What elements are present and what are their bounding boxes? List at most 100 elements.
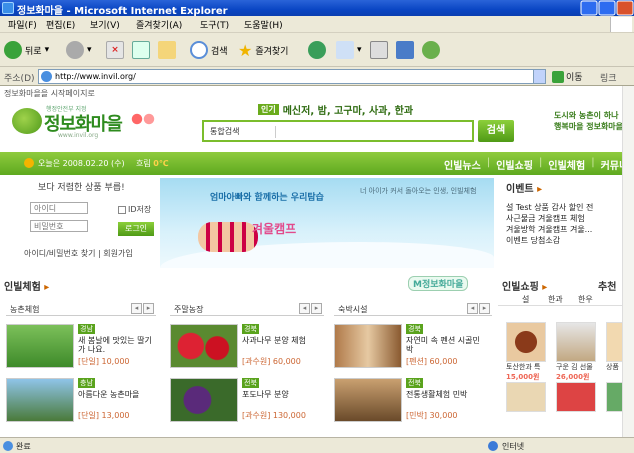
nav-experience[interactable]: 인빌체험 <box>548 157 585 172</box>
sun-icon <box>24 158 34 168</box>
back-label: 뒤로 <box>25 46 42 57</box>
forward-button[interactable]: ▾ <box>66 39 92 61</box>
messenger-icon <box>422 41 440 59</box>
chevron-down-icon: ▾ <box>44 45 50 55</box>
menu-file[interactable]: 파일(F) <box>8 18 37 31</box>
start-page-link[interactable]: 정보화마을을 시작페이지로 <box>4 88 95 99</box>
save-id-checkbox[interactable]: ID저장 <box>118 204 151 215</box>
nav-shopping[interactable]: 인빌쇼핑 <box>496 157 533 172</box>
window-control-icons <box>580 0 634 16</box>
nav-news[interactable]: 인빌뉴스 <box>444 157 481 172</box>
product-price: 26,000원 <box>556 373 590 381</box>
product-image[interactable] <box>556 382 596 412</box>
tab-farm-experience[interactable]: 농촌체험 ◂ ▸ <box>6 302 156 316</box>
next-icon[interactable]: ▸ <box>479 303 490 314</box>
experience-item[interactable]: 전북 포도나무 분양 [과수원] 130,000 <box>170 378 320 424</box>
events-list: 설 Test 상품 감사 할인 전 사근물금 겨울캠프 체험 겨울방학 겨울캠프… <box>506 202 593 246</box>
mail-button[interactable]: ▾ <box>336 39 362 61</box>
tab-weekend-farm[interactable]: 주말농장 ◂ ▸ <box>170 302 324 316</box>
favorites-button[interactable]: ★ 즐겨찾기 <box>238 39 288 61</box>
product-item[interactable]: 토산한과 특 15,000원 <box>506 322 552 382</box>
print-button[interactable] <box>370 39 388 61</box>
popular-tag: 인기 <box>258 104 279 115</box>
popular-keyword-list[interactable]: 메신저, 밤, 고구마, 사과, 한과 <box>283 102 413 117</box>
experience-item[interactable]: 전북 전통생활체험 민박 [민박] 30,000 <box>334 378 484 424</box>
search-scope-select[interactable]: 통합검색 <box>210 126 276 138</box>
search-icon <box>190 41 208 59</box>
item-thumbnail <box>170 378 238 422</box>
today-date: 오늘은 2008.02.20 (수) <box>38 159 125 168</box>
links-label[interactable]: 링크 <box>600 71 617 84</box>
menu-tools[interactable]: 도구(T) <box>200 18 229 31</box>
experience-item[interactable]: 충남 아름다운 농촌마을 [단일] 13,000 <box>6 378 156 424</box>
site-search-button[interactable]: 검색 <box>478 120 514 142</box>
address-dropdown[interactable] <box>533 70 545 83</box>
search-label: 검색 <box>211 46 228 57</box>
edit-button[interactable] <box>396 39 414 61</box>
product-image <box>556 322 596 362</box>
event-item[interactable]: 겨울방학 겨울캠프 겨울... <box>506 224 593 235</box>
shop-tab-hanwoo[interactable]: 한우 <box>578 294 593 305</box>
tab-lodging[interactable]: 숙박시설 ◂ ▸ <box>334 302 492 316</box>
product-image[interactable] <box>506 382 546 412</box>
back-button[interactable]: 뒤로 ▾ <box>4 39 49 61</box>
menu-favorites[interactable]: 즐겨찾기(A) <box>136 18 182 31</box>
events-heading: 이벤트 ▸ <box>506 180 542 195</box>
event-item[interactable]: 설 Test 상품 감사 할인 전 <box>506 202 593 213</box>
event-item[interactable]: 이벤트 당첨소감 <box>506 235 593 246</box>
item-price: [펜션] 60,000 <box>406 357 458 366</box>
join-link[interactable]: 회원가입 <box>103 249 132 258</box>
menu-view[interactable]: 보기(V) <box>90 18 120 31</box>
prev-icon[interactable]: ◂ <box>131 303 142 314</box>
prev-icon[interactable]: ◂ <box>467 303 478 314</box>
refresh-button[interactable] <box>132 39 150 61</box>
go-button[interactable]: 이동 <box>552 70 583 83</box>
menu-help[interactable]: 도움말(H) <box>244 18 283 31</box>
back-arrow-icon <box>4 41 22 59</box>
history-icon <box>308 41 326 59</box>
item-thumbnail <box>334 324 402 368</box>
id-input[interactable] <box>30 202 88 214</box>
item-price: [단일] 10,000 <box>78 357 130 366</box>
menu-edit[interactable]: 편집(E) <box>46 18 75 31</box>
product-item[interactable]: 구운 김 선물 26,000원 <box>556 322 602 382</box>
login-button[interactable]: 로그인 <box>118 222 154 236</box>
item-name: 아름다운 농촌마을 <box>78 390 140 399</box>
events-box: 이벤트 ▸ 설 Test 상품 감사 할인 전 사근물금 겨울캠프 체험 겨울방… <box>498 178 634 266</box>
experience-title: 인빌체험 <box>4 282 41 293</box>
vertical-scrollbar[interactable] <box>622 86 634 437</box>
tab-pager: ◂ ▸ <box>467 303 490 314</box>
address-bar: 주소(D) http://www.invil.org/ 이동 링크 <box>0 67 634 86</box>
messenger-button[interactable] <box>422 39 440 61</box>
camp-banner[interactable]: 엄마아빠와 함께하는 우리탐습 너 아이가 커서 돌아오는 인생, 인빌체험 겨… <box>160 178 494 268</box>
weather: 흐림 0℃ <box>136 158 169 169</box>
experience-item[interactable]: 경북 자연미 속 펜션 시골민박 [펜션] 60,000 <box>334 324 484 370</box>
prev-icon[interactable]: ◂ <box>299 303 310 314</box>
recommend-tab[interactable]: 추천 <box>598 278 616 293</box>
window-title: 정보화마을 - Microsoft Internet Explorer <box>17 6 228 17</box>
login-heading: 보다 저렴한 상품 부릅! <box>38 183 125 193</box>
experience-item[interactable]: 경북 사과나무 분양 체험 [과수원] 60,000 <box>170 324 320 370</box>
find-account-link[interactable]: 아이디/비밀번호 찾기 <box>24 249 95 258</box>
item-thumbnail <box>334 378 402 422</box>
shop-tab-hangwa[interactable]: 한과 <box>548 294 563 305</box>
shop-tab-seol[interactable]: 설 <box>522 294 529 305</box>
login-box: 보다 저렴한 상품 부릅! ID저장 로그인 아이디/비밀번호 찾기 | 회원가… <box>14 178 156 266</box>
next-icon[interactable]: ▸ <box>311 303 322 314</box>
home-button[interactable] <box>158 39 176 61</box>
history-button[interactable] <box>308 39 326 61</box>
m-info-village-badge[interactable]: M정보화마을 <box>408 276 469 291</box>
next-icon[interactable]: ▸ <box>143 303 154 314</box>
password-input[interactable] <box>30 220 88 232</box>
search-button[interactable]: 검색 <box>190 39 228 61</box>
go-label: 이동 <box>566 73 583 83</box>
item-price: [과수원] 60,000 <box>242 357 301 366</box>
address-input[interactable]: http://www.invil.org/ <box>38 69 546 84</box>
stop-button[interactable]: × <box>106 39 124 61</box>
experience-item[interactable]: 경남 새 봄날에 맛있는 딸기가 나요. [단일] 10,000 <box>6 324 156 370</box>
event-item[interactable]: 사근물금 겨울캠프 체험 <box>506 213 593 224</box>
site-search-input[interactable]: 통합검색 <box>202 120 474 142</box>
product-image <box>506 322 546 362</box>
region-badge: 전북 <box>406 378 423 388</box>
window-controls <box>580 0 634 16</box>
